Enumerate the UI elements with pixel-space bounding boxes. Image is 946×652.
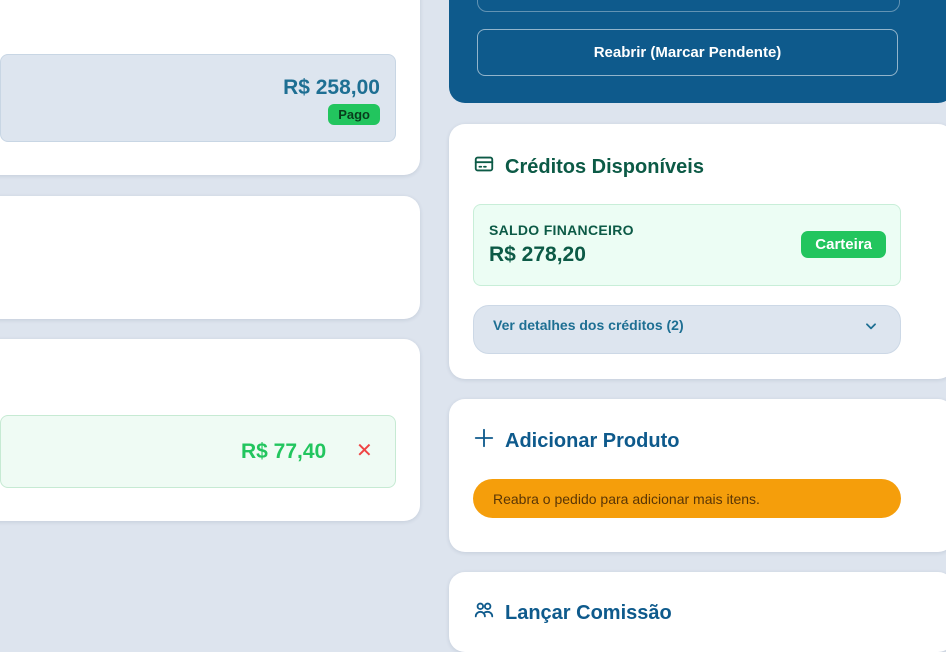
- balance-value: R$ 278,20: [489, 243, 586, 266]
- plus-icon: [473, 427, 495, 455]
- add-product-card: Adicionar Produto Reabra o pedido para a…: [449, 399, 946, 552]
- paid-item-amount: R$ 258,00: [283, 76, 380, 99]
- commission-title-text: Lançar Comissão: [505, 601, 672, 624]
- credits-card-title: Créditos Disponíveis: [473, 153, 704, 181]
- close-icon[interactable]: ✕: [356, 438, 373, 463]
- reopen-mark-pending-button[interactable]: Reabrir (Marcar Pendente): [477, 29, 898, 76]
- applied-credit-amount: R$ 77,40: [241, 440, 327, 463]
- applied-credit-row: R$ 77,40 ✕: [0, 415, 396, 488]
- credits-title-text: Créditos Disponíveis: [505, 155, 704, 178]
- chevron-down-icon: [864, 319, 878, 338]
- credit-details-toggle[interactable]: Ver detalhes dos créditos (2): [473, 305, 901, 354]
- credit-details-label: Ver detalhes dos créditos (2): [493, 317, 684, 333]
- wallet-badge: Carteira: [801, 231, 886, 258]
- commission-card: Lançar Comissão: [449, 572, 946, 652]
- status-panel-previous-control: [477, 0, 900, 12]
- add-product-title: Adicionar Produto: [473, 427, 679, 455]
- financial-balance-box: SALDO FINANCEIRO R$ 278,20 Carteira: [473, 204, 901, 286]
- credit-card-icon: [473, 153, 495, 181]
- users-icon: [473, 599, 495, 627]
- paid-item-row: R$ 258,00 Pago: [0, 54, 396, 142]
- available-credits-card: Créditos Disponíveis SALDO FINANCEIRO R$…: [449, 124, 946, 379]
- add-product-title-text: Adicionar Produto: [505, 429, 680, 452]
- balance-label: SALDO FINANCEIRO: [489, 222, 634, 238]
- empty-card: [0, 196, 420, 319]
- paid-status-badge: Pago: [328, 104, 380, 125]
- commission-title: Lançar Comissão: [473, 599, 672, 627]
- reopen-notice: Reabra o pedido para adicionar mais iten…: [473, 479, 901, 518]
